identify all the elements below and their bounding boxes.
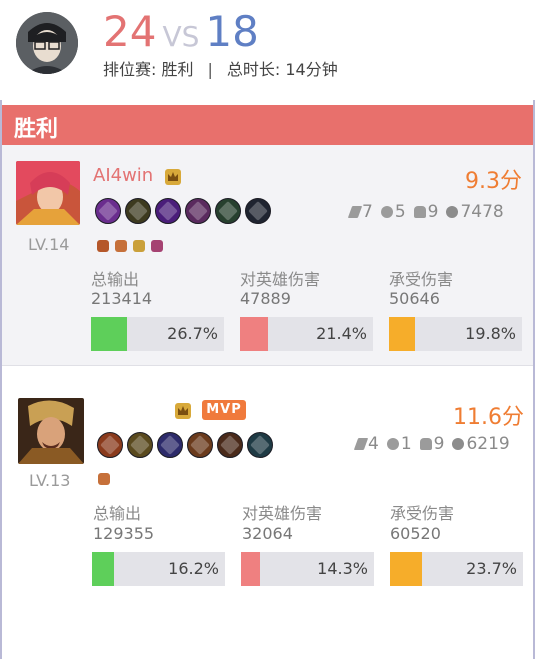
hero-damage-bar: 14.3% [241, 552, 374, 586]
card-divider [2, 365, 533, 366]
taken-percent: 23.7% [466, 559, 517, 578]
kills: 7 [362, 202, 373, 222]
result-banner: 胜利 [2, 105, 533, 145]
match-header: 24 VS 18 排位赛: 胜利 | 总时长: 14分钟 [0, 0, 535, 100]
item-5-icon[interactable] [217, 432, 243, 458]
rune-1-icon [97, 240, 109, 252]
taken-percent: 19.8% [465, 324, 516, 343]
rune-list [98, 473, 116, 485]
gold: 6219 [466, 434, 510, 454]
hero-damage-bar-fill [241, 552, 260, 586]
damage-value: 129355 [93, 524, 155, 543]
rune-1-icon [98, 473, 110, 485]
rune-2-icon [115, 240, 127, 252]
damage-bar: 16.2% [92, 552, 225, 586]
hero-damage-percent: 14.3% [317, 559, 368, 578]
damage-bar: 26.7% [91, 317, 224, 351]
player-level: LV.14 [28, 235, 70, 254]
rune-4-icon [151, 240, 163, 252]
player-card[interactable]: LV.13 MVP 11.6分 4 1 9 6219 总输出 129355 16.2%… [2, 380, 533, 630]
player-level: LV.13 [29, 471, 71, 490]
kda-stats: 7 5 9 7478 [342, 202, 504, 222]
mvp-badge: MVP [202, 400, 246, 420]
deaths-icon [380, 206, 393, 218]
item-1-icon[interactable] [95, 198, 121, 224]
deaths: 1 [400, 434, 412, 454]
taken-bar: 23.7% [390, 552, 523, 586]
item-4-icon[interactable] [187, 432, 213, 458]
kda-stats: 4 1 9 6219 [348, 434, 510, 454]
score-line: 24 VS 18 [103, 8, 259, 56]
hero-portrait [16, 161, 80, 225]
assists-icon [413, 206, 426, 218]
hero-damage-bar-fill [240, 317, 268, 351]
damage-label: 总输出 [93, 504, 142, 523]
item-2-icon[interactable] [125, 198, 151, 224]
taken-bar: 19.8% [389, 317, 522, 351]
hero-portrait [18, 398, 84, 464]
match-duration: 总时长: 14分钟 [226, 60, 338, 79]
item-3-icon[interactable] [155, 198, 181, 224]
crown-icon [174, 402, 192, 420]
crown-icon [164, 168, 182, 186]
taken-value: 60520 [390, 524, 441, 543]
team-score-lose: 18 [205, 7, 259, 56]
hero-damage-bar: 21.4% [240, 317, 373, 351]
team-score-win: 24 [103, 7, 157, 56]
taken-value: 50646 [389, 289, 440, 308]
assists-icon [419, 438, 432, 450]
item-1-icon[interactable] [97, 432, 123, 458]
damage-percent: 26.7% [167, 324, 218, 343]
player-rating: 11.6分 [453, 405, 524, 430]
taken-label: 承受伤害 [390, 504, 455, 523]
hero-damage-percent: 21.4% [316, 324, 367, 343]
info-separator: | [207, 60, 213, 79]
item-6-icon[interactable] [247, 432, 273, 458]
match-type: 排位赛: 胜利 [103, 60, 194, 79]
assists: 9 [433, 434, 445, 454]
user-avatar[interactable] [16, 12, 78, 74]
deaths: 5 [394, 202, 406, 222]
taken-bar-fill [390, 552, 422, 586]
item-2-icon[interactable] [127, 432, 153, 458]
kills-icon [353, 438, 369, 450]
damage-percent: 16.2% [168, 559, 219, 578]
deaths-icon [386, 438, 399, 450]
damage-value: 213414 [91, 289, 153, 308]
gold: 7478 [460, 202, 504, 222]
rune-3-icon [133, 240, 145, 252]
item-4-icon[interactable] [185, 198, 211, 224]
item-3-icon[interactable] [157, 432, 183, 458]
damage-label: 总输出 [91, 270, 140, 289]
item-list [97, 432, 277, 458]
result-label: 胜利 [14, 117, 59, 142]
item-6-icon[interactable] [245, 198, 271, 224]
match-info: 排位赛: 胜利 | 总时长: 14分钟 [103, 56, 338, 80]
item-5-icon[interactable] [215, 198, 241, 224]
hero-damage-label: 对英雄伤害 [242, 504, 323, 523]
vs-label: VS [162, 20, 200, 53]
gold-icon [446, 206, 459, 218]
kills: 4 [368, 434, 379, 454]
player-rating: 9.3分 [465, 169, 522, 194]
taken-bar-fill [389, 317, 415, 351]
kills-icon [347, 206, 363, 218]
player-name[interactable]: AI4win [93, 165, 153, 186]
hero-damage-value: 32064 [242, 524, 293, 543]
hero-damage-value: 47889 [240, 289, 291, 308]
item-list [95, 198, 275, 224]
damage-bar-fill [91, 317, 127, 351]
hero-damage-label: 对英雄伤害 [240, 270, 321, 289]
gold-icon [452, 438, 465, 450]
assists: 9 [427, 202, 439, 222]
taken-label: 承受伤害 [389, 270, 454, 289]
damage-bar-fill [92, 552, 114, 586]
player-card[interactable]: LV.14 AI4win 9.3分 7 5 9 7478 总输出 213414 26.… [2, 145, 533, 365]
rune-list [97, 240, 169, 252]
